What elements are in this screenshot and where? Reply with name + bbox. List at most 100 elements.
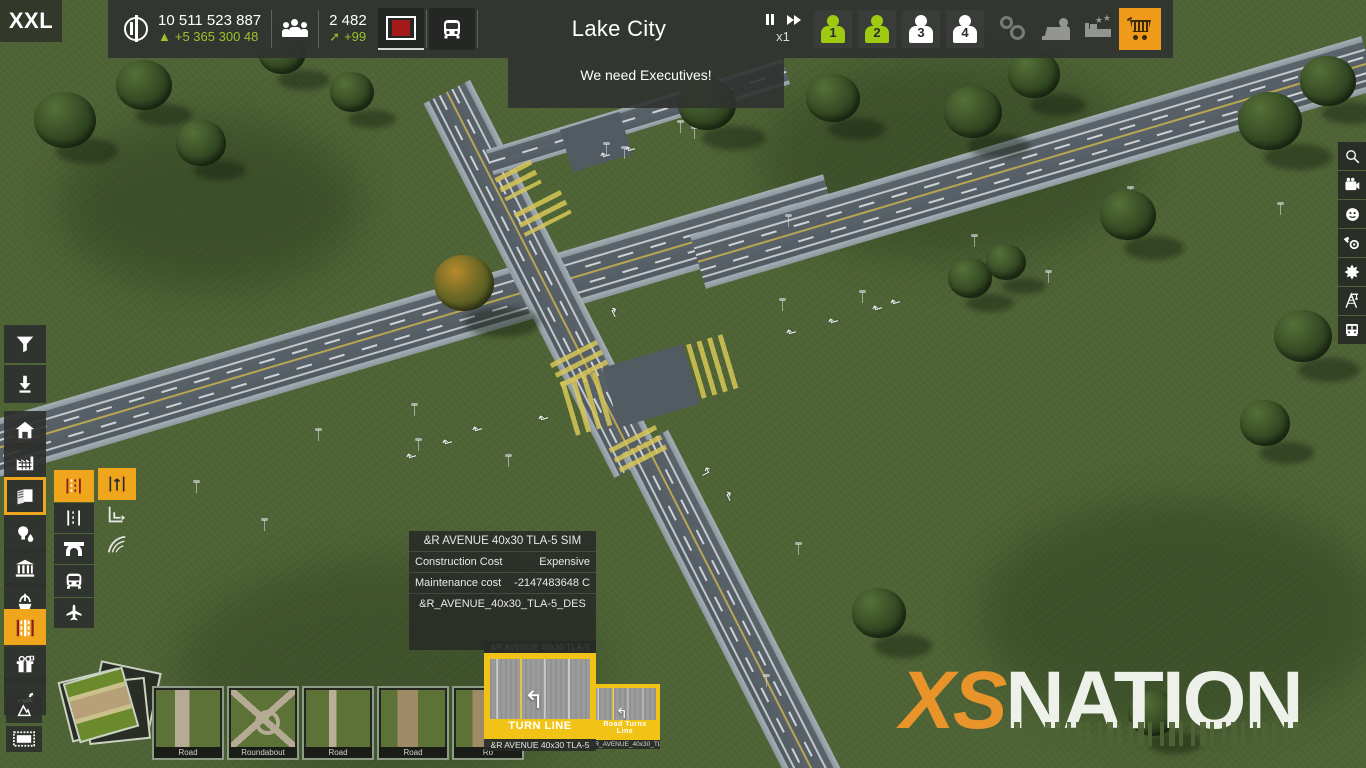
item-thumbnail-strip: Road Roundabout Road Road Ro	[152, 686, 524, 760]
search-button[interactable]	[1338, 142, 1366, 170]
resources-panel: 10 511 523 887 ▲ +5 365 300 48 2 482 ➚ +…	[108, 0, 378, 58]
thumbnail-label: Roundabout	[229, 747, 297, 758]
right-sidebar	[1338, 142, 1366, 345]
terrain-tool-button[interactable]	[6, 697, 42, 723]
bus-icon	[66, 573, 82, 589]
gears-icon	[1000, 16, 1028, 42]
xsnation-watermark: XSNATION	[900, 660, 1304, 742]
sidebar-item-roads[interactable]	[4, 609, 46, 647]
nature-button[interactable]	[1338, 258, 1366, 286]
street-lamp	[971, 234, 978, 247]
border-tool-button[interactable]	[6, 726, 42, 752]
turn-arrow-icon: ↰	[616, 705, 628, 722]
street-lamp	[785, 214, 792, 227]
tooltip-row: Construction Cost Expensive	[409, 552, 596, 573]
sidebar-item-government[interactable]	[4, 549, 46, 587]
tooltip-row-label: Maintenance cost	[415, 577, 502, 589]
bus-icon	[444, 20, 460, 39]
red-flag-icon	[386, 16, 416, 40]
factory-icon	[16, 456, 34, 471]
funnel-icon	[16, 336, 34, 353]
selected-item-card[interactable]: &R AVENUE 40x30 TLA-5 ↰ TURN LINE &R AVE…	[484, 641, 596, 751]
divider	[271, 10, 273, 48]
street-lamp	[193, 480, 200, 493]
tram-icon	[1346, 324, 1358, 336]
population-value: 2 482	[329, 12, 367, 30]
curve-road-icon	[107, 535, 126, 553]
item-tooltip: &R AVENUE 40x30 TLA-5 SIM Construction C…	[409, 531, 596, 650]
top-right-panel: ★ ★	[993, 0, 1173, 58]
shop-button[interactable]	[1119, 8, 1161, 50]
money-delta: ▲ +5 365 300 48	[158, 30, 261, 45]
lane-markings-icon	[66, 478, 81, 494]
transit-button[interactable]	[1338, 316, 1366, 344]
office-worker-button[interactable]	[1035, 8, 1077, 50]
house-icon	[15, 421, 35, 439]
selected-item-title-bottom: &R AVENUE 40x30 TLA-5	[484, 739, 596, 751]
tooltip-row-value: Expensive	[539, 556, 590, 568]
turn-arrow-icon: ↰	[524, 686, 545, 714]
import-button[interactable]	[4, 365, 46, 403]
street-lamp	[859, 290, 866, 303]
class-button-2-label: 2	[873, 25, 881, 40]
list-item[interactable]: Roundabout	[227, 686, 299, 760]
airport-tool[interactable]	[54, 598, 94, 628]
construction-button[interactable]	[1338, 287, 1366, 315]
street-lamp	[795, 542, 802, 555]
street-lamp	[1277, 202, 1284, 215]
selected-item-overlay-label: TURN LINE	[490, 719, 590, 733]
money-stat: 10 511 523 887 ▲ +5 365 300 48	[158, 13, 261, 44]
options-button[interactable]	[1338, 229, 1366, 257]
pause-icon[interactable]	[765, 14, 774, 25]
zoning-icon	[17, 489, 33, 505]
class-button-1-label: 1	[829, 25, 837, 40]
photo-button[interactable]	[1338, 171, 1366, 199]
population-delta: ➚ +99	[329, 30, 367, 45]
class-button-2[interactable]: 2	[858, 10, 896, 48]
bridge-icon	[64, 542, 84, 556]
tooltip-row-label: Construction Cost	[415, 556, 503, 568]
item-card-stack[interactable]	[52, 660, 164, 762]
street-lamp	[505, 454, 512, 467]
bridge-tool[interactable]	[54, 534, 94, 564]
street-lamp	[261, 518, 268, 531]
magnifier-icon	[1345, 149, 1359, 163]
road-line-tool[interactable]	[54, 503, 94, 533]
selected-item-preview: ↰ TURN LINE	[484, 653, 596, 739]
list-item[interactable]: Road	[377, 686, 449, 760]
road-lane-tool[interactable]	[54, 470, 94, 502]
tooltip-description: &R_AVENUE_40x30_TLA-5_DES	[419, 598, 586, 610]
class-button-3[interactable]: 3	[902, 10, 940, 48]
smiley-icon	[1345, 207, 1359, 221]
class-button-1[interactable]: 1	[814, 10, 852, 48]
straight-road-tool[interactable]	[98, 468, 136, 500]
gift-icon	[16, 655, 35, 673]
tooltip-spacer	[409, 614, 596, 650]
transport-button[interactable]	[429, 8, 475, 50]
selected-item-card-small[interactable]: ↰ Road Turns Line &R_AVENUE_40x30_TLA-5	[590, 684, 660, 749]
street-lamp	[415, 438, 422, 451]
filter-button[interactable]	[4, 325, 46, 363]
game-viewport[interactable]: ⬑ ⬑ ⬑ ⬑ ⬑ ↰ ⬑ ⬑ ⬑ ⬑ ⬑ ⬑ ⬑	[0, 0, 1366, 768]
happiness-button[interactable]	[1338, 200, 1366, 228]
bank-icon	[15, 559, 35, 577]
top-bar: XXL 10 511 523 887 ▲ +5 365 300 48 2 482	[0, 0, 1366, 58]
sidebar-item-industry[interactable]	[4, 443, 46, 481]
sidebar-item-utilities[interactable]	[4, 515, 46, 553]
corner-road-tool[interactable]	[98, 500, 136, 530]
list-item[interactable]: Road	[302, 686, 374, 760]
bus-lane-tool[interactable]	[54, 565, 94, 597]
up-arrow-icon: ➚	[329, 29, 341, 45]
notification-message: We need Executives!	[580, 67, 712, 83]
hotel-button[interactable]: ★ ★	[1077, 8, 1119, 50]
fast-forward-icon[interactable]	[786, 14, 801, 25]
sidebar-item-zoning[interactable]	[4, 477, 46, 515]
money-delta-value: +5 365 300 48	[174, 29, 259, 45]
settings-gears-button[interactable]	[993, 8, 1035, 50]
street-lamp	[621, 146, 628, 159]
curve-road-tool[interactable]	[98, 530, 136, 560]
flag-button[interactable]	[378, 8, 424, 50]
list-item[interactable]: Road	[152, 686, 224, 760]
notification-banner[interactable]: We need Executives!	[508, 58, 784, 108]
class-button-4[interactable]: 4	[946, 10, 984, 48]
